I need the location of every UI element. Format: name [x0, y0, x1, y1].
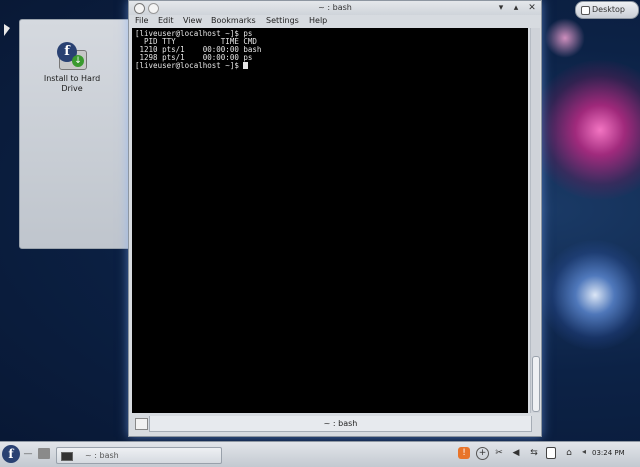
clock[interactable]: 03:24 PM — [592, 449, 625, 457]
window-title: ~ : bash — [318, 3, 352, 12]
network-icon[interactable]: + — [476, 447, 489, 460]
volume-icon[interactable]: ◀ — [510, 447, 522, 459]
fedora-install-icon: f ↓ — [57, 42, 87, 72]
tab-bar: ~ : bash — [129, 414, 541, 434]
new-tab-button[interactable] — [135, 418, 148, 430]
wallpaper-firework-blue — [540, 240, 640, 350]
desktop-toolbox-button[interactable]: Desktop — [575, 1, 639, 19]
install-to-hard-drive-shortcut[interactable]: f ↓ Install to Hard Drive — [30, 42, 114, 94]
clock-expand-icon[interactable]: ◂ — [582, 447, 586, 456]
show-desktop-icon[interactable]: ⌂ — [563, 447, 575, 459]
minimize-button[interactable]: ▾ — [495, 2, 507, 14]
menu-bookmarks[interactable]: Bookmarks — [211, 16, 256, 25]
konsole-window[interactable]: ~ : bash ▾ ▴ ✕ File Edit View Bookmarks … — [128, 0, 542, 437]
clipboard-icon[interactable] — [546, 447, 556, 459]
klipper-scissors-icon[interactable]: ✂ — [493, 447, 505, 459]
terminal-view[interactable]: [liveuser@localhost ~]$ ps PID TTY TIME … — [132, 28, 528, 413]
terminal-prompt-line: [liveuser@localhost ~]$ — [135, 62, 525, 70]
text-cursor — [243, 62, 249, 69]
install-arrow-icon: ↓ — [72, 55, 84, 67]
shortcut-label-line1: Install to Hard — [43, 74, 101, 83]
menu-settings[interactable]: Settings — [266, 16, 299, 25]
menu-file[interactable]: File — [135, 16, 148, 25]
wallpaper-firework-small — [545, 18, 585, 58]
menu-edit[interactable]: Edit — [158, 16, 174, 25]
pager-icon[interactable]: — — [22, 448, 34, 460]
terminal-scrollbar[interactable] — [530, 28, 540, 413]
desktop-toolbox-label: Desktop — [592, 5, 625, 14]
taskbar-item-bash[interactable]: ~ : bash — [56, 447, 222, 464]
tab-bash[interactable]: ~ : bash — [149, 416, 532, 432]
taskbar-item-label: ~ : bash — [85, 451, 119, 460]
menu-bar: File Edit View Bookmarks Settings Help — [129, 15, 541, 28]
application-launcher-button[interactable]: f — [2, 445, 20, 463]
bottom-panel: f — ~ : bash ! + ✂ ◀ ⇆ ⌂ ◂ 03:24 PM — [0, 441, 640, 467]
terminal-icon — [61, 452, 73, 461]
shortcut-label-line2: Drive — [61, 84, 83, 93]
menu-help[interactable]: Help — [309, 16, 327, 25]
folder-icon[interactable] — [38, 448, 50, 459]
mouse-cursor-icon — [4, 24, 10, 36]
desktop-folder-view[interactable]: f ↓ Install to Hard Drive — [19, 19, 133, 249]
wallpaper-firework-pink — [530, 60, 640, 200]
update-notifier-icon[interactable]: ! — [458, 447, 470, 459]
desktop-toolbox-icon — [581, 6, 590, 15]
maximize-button[interactable]: ▴ — [510, 2, 522, 14]
window-titlebar[interactable]: ~ : bash ▾ ▴ ✕ — [129, 1, 541, 15]
close-button[interactable]: ✕ — [526, 2, 538, 14]
scrollbar-handle[interactable] — [532, 356, 540, 412]
terminal-prompt: [liveuser@localhost ~]$ — [135, 61, 244, 70]
menu-view[interactable]: View — [183, 16, 202, 25]
usb-device-icon[interactable]: ⇆ — [528, 447, 540, 459]
